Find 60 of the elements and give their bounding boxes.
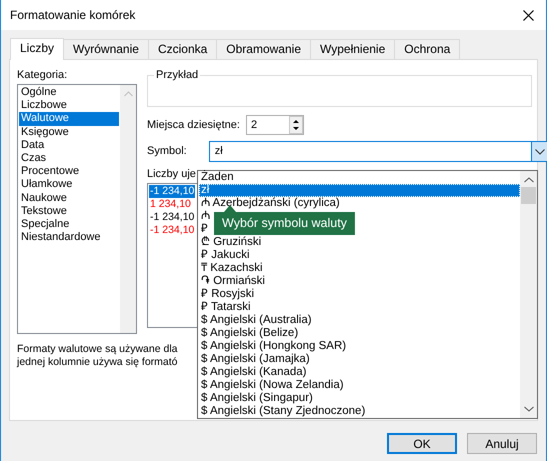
dropdown-option[interactable]: $ Angielski (Nowa Zelandia) [199,379,344,392]
description-text: Formaty walutowe są używane dla [17,343,178,356]
scroll-thumb[interactable] [521,187,536,204]
window-title: Formatowanie komórek [10,7,136,24]
category-item[interactable]: Naukowe [19,192,119,205]
decimal-places-label: Miejsca dziesiętne: [147,118,240,133]
symbol-label: Symbol: [147,144,187,160]
cancel-button[interactable]: Anuluj [467,433,537,454]
category-item[interactable]: Tekstowe [19,204,119,218]
scrollbar[interactable] [520,171,537,418]
scroll-up-icon[interactable] [524,177,534,183]
tab[interactable]: Liczby [10,38,64,60]
symbol-dropdown[interactable]: zł [208,141,547,162]
category-item[interactable]: Ogólne [19,86,119,100]
scrollbar[interactable] [120,85,136,333]
dropdown-option[interactable]: Żaden [199,171,234,184]
decimal-places-spinner[interactable]: 2 [246,115,304,135]
category-item[interactable]: Księgowe [19,126,119,139]
dropdown-option[interactable]: ₽ Tatarski [199,301,251,314]
dropdown-option[interactable]: ₾ Gruziński [199,236,262,249]
category-item[interactable]: Data [19,138,119,152]
category-item[interactable]: Niestandardowe [19,231,119,244]
category-list[interactable]: Ogólne Liczbowe Walutowe Księgowe Data Czas Procentowe Ułamkowe Naukowe Tekstowe Specjalne Niestandardowe [17,84,137,334]
spin-arrows-icon[interactable] [288,116,303,134]
caret-icon[interactable] [530,142,547,161]
dropdown-option[interactable]: $ Angielski (Jamajka) [199,353,310,366]
dropdown-option[interactable]: zł [199,184,520,197]
dropdown-option[interactable]: ֏ Ormiański [199,275,265,288]
dropdown-option[interactable]: $ Angielski (Kanada) [199,366,306,379]
number-format-item[interactable]: -1 234,10 [149,185,196,198]
dropdown-option[interactable]: ₽ [199,223,208,236]
category-item[interactable]: Specjalne [19,218,119,232]
category-item[interactable]: Procentowe [19,165,119,178]
dropdown-option[interactable]: $ Angielski (Belize) [199,327,298,340]
category-label: Kategoria: [17,68,68,82]
scroll-down-icon[interactable] [524,406,534,412]
dropdown-list[interactable] [197,170,538,419]
dropdown-option[interactable]: $ Angielski (Singapur) [199,392,313,405]
number-format-item[interactable]: -1 234,10 [149,211,196,224]
dropdown-option[interactable]: ₼ [199,210,210,223]
close-icon[interactable] [523,10,534,20]
negative-numbers-label: Liczby uje [147,167,196,181]
tab[interactable]: Ochrona [394,39,460,59]
number-format-item[interactable]: 1 234,10 [149,198,192,211]
category-item[interactable]: Ułamkowe [19,178,119,192]
dropdown-option[interactable]: $ Angielski (Hongkong SAR) [199,340,346,353]
category-item[interactable]: Czas [19,152,119,166]
dropdown-option[interactable]: ₸ Kazachski [199,262,263,275]
dropdown-option[interactable]: ₽ Jakucki [199,249,250,262]
number-format-item[interactable]: -1 234,10 [149,224,196,237]
dropdown-value: zł [214,144,223,160]
sample-label: Przykład [154,68,200,82]
dropdown-option[interactable]: $ Angielski (Stany Zjednoczone) [199,405,366,418]
description-text: jednej kolumnie używa się formató [17,356,178,369]
dropdown-option[interactable]: ₽ Rosyjski [199,288,254,301]
dropdown-option[interactable]: $ Angielski (Australia) [199,314,312,327]
spinner-value: 2 [250,118,258,133]
category-item[interactable]: Walutowe [19,112,119,126]
category-item[interactable]: Liczbowe [19,99,119,112]
ok-button[interactable]: OK [387,433,457,454]
